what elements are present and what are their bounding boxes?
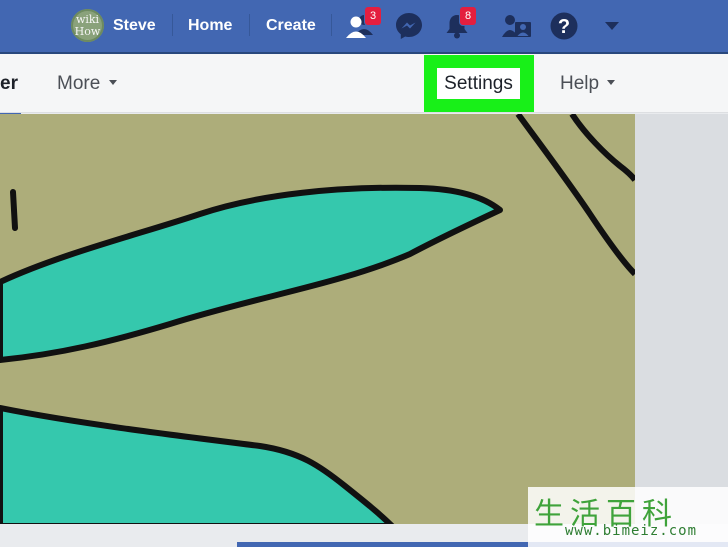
svg-text:?: ? [558,16,570,38]
watermark: 生活百科 www.bimeiz.com [528,487,728,547]
messenger-button[interactable] [395,0,423,52]
settings-button[interactable]: Settings [437,68,520,99]
more-tab[interactable]: More [57,73,100,95]
question-mark-icon: ? [550,12,578,40]
cover-photo [0,114,635,524]
account-menu-button[interactable] [604,0,620,52]
nav-divider [249,14,250,36]
tab-partial[interactable]: er [0,73,18,95]
top-navigation-bar: wiki How Steve Home Create 3 8 ? [0,0,728,54]
avatar-text-line2: How [74,24,101,38]
caret-down-icon [605,22,619,30]
notifications-badge: 8 [460,7,476,25]
help-caret-icon [607,80,615,85]
nav-divider [172,14,173,36]
help-center-button[interactable]: ? [550,0,578,52]
friend-requests-badge: 3 [365,7,381,25]
profile-name-link[interactable]: Steve [113,0,156,52]
people-icon [502,15,531,37]
home-link[interactable]: Home [188,0,232,52]
nav-divider [331,14,332,36]
watermark-url: www.bimeiz.com [565,523,698,539]
more-caret-icon [109,80,117,85]
quick-help-button[interactable] [502,0,532,52]
messenger-icon [396,13,422,39]
right-sidebar-area [635,114,728,547]
profile-avatar[interactable]: wiki How [71,9,104,42]
create-link[interactable]: Create [266,0,316,52]
help-tab[interactable]: Help [560,73,599,95]
avatar-text-line1: wiki [75,12,100,26]
